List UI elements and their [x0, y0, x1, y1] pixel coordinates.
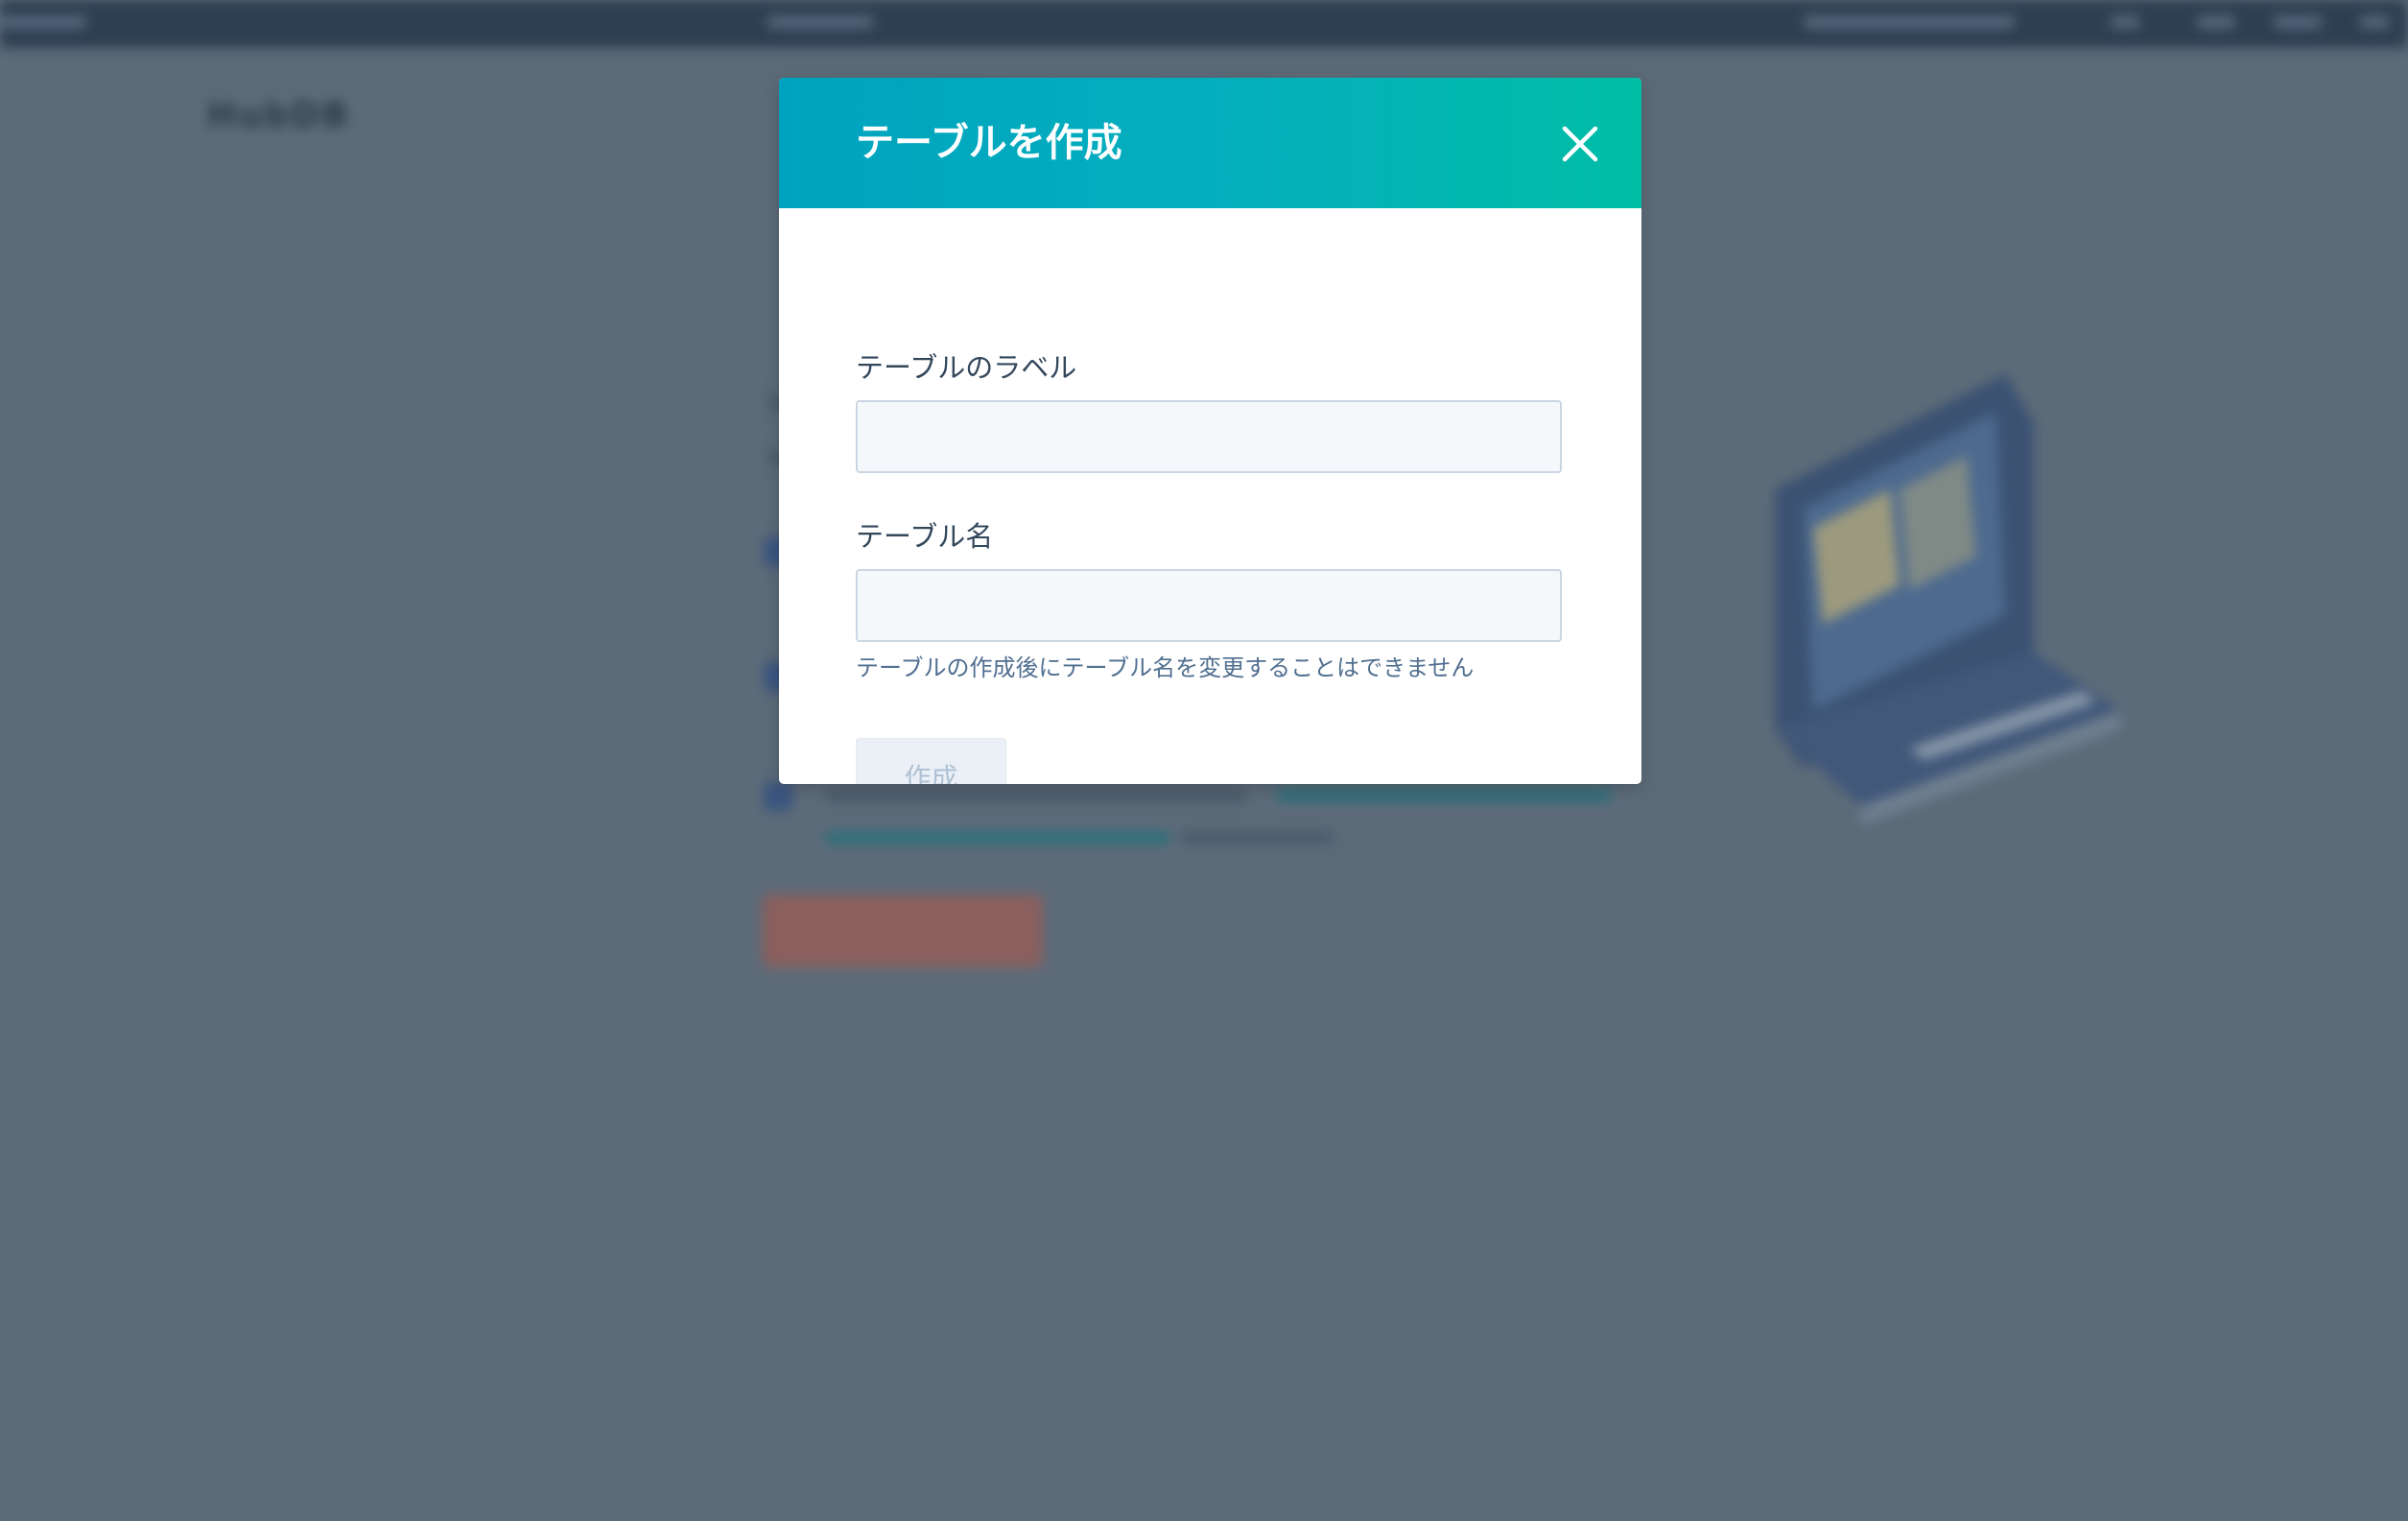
create-table-modal: テーブルを作成 テーブルのラベル テーブル名 テーブルの作成後にテーブル名を変更…	[779, 78, 1641, 784]
table-label-field-label: テーブルのラベル	[856, 351, 1077, 384]
background-text-line	[825, 789, 1247, 802]
laptop-illustration	[1775, 374, 2120, 825]
create-button[interactable]: 作成	[856, 738, 1006, 784]
table-name-help-text: テーブルの作成後にテーブル名を変更することはできません	[856, 654, 1475, 681]
modal-title: テーブルを作成	[856, 121, 1122, 165]
table-label-input[interactable]	[856, 400, 1562, 473]
table-name-input[interactable]	[856, 569, 1562, 642]
modal-header: テーブルを作成	[779, 78, 1641, 208]
background-primary-button	[763, 894, 1043, 967]
table-name-field-label: テーブル名	[856, 520, 994, 553]
background-text-line	[1180, 831, 1334, 844]
close-button[interactable]	[1556, 120, 1604, 168]
close-icon	[1562, 126, 1598, 162]
background-bullet-icon	[764, 782, 792, 811]
background-link	[1276, 789, 1612, 802]
background-page-title: HubDB	[207, 96, 350, 135]
top-navigation-bar	[0, 0, 2408, 48]
background-link	[825, 831, 1170, 844]
